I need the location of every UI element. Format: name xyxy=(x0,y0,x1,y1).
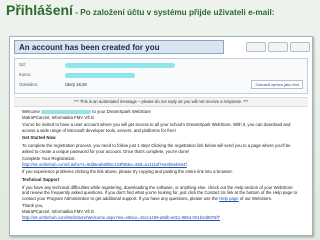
recipient-redaction xyxy=(41,109,92,114)
view-as-text-button[interactable]: Zobrazit zprávu jako text xyxy=(251,80,303,89)
complete-label: Complete Your Registration: xyxy=(22,156,76,162)
get-started-text: To complete the registration process, yo… xyxy=(22,142,291,154)
webstore-link[interactable]: http://e5.onthehub.com/WebStore/Welcome.… xyxy=(22,215,220,220)
email-body: Welcome to your DreamSpark WebStore Matr… xyxy=(22,109,300,231)
org-name: MatraPCarcinl, Informatika FMV VŠ E xyxy=(22,114,95,120)
registration-block: Complete Your Registration: http://e5.on… xyxy=(22,156,300,167)
greeting: Welcome xyxy=(22,109,40,114)
support-heading: Technical Support xyxy=(22,176,60,182)
from-redaction xyxy=(65,63,175,68)
problem-text: If you experience problems clicking the … xyxy=(22,169,233,175)
signature-block: Thank you, MatraPCarcinl, Informatika FM… xyxy=(22,203,300,220)
from-label: Od: xyxy=(19,62,26,67)
to-label: Komu: xyxy=(19,72,32,77)
slide-title: Přihlášení - Po založení účtu v systému … xyxy=(6,2,318,32)
slide-heading: Přihlášení xyxy=(6,2,73,18)
reply-button[interactable] xyxy=(246,42,266,52)
thanks: Thank you, xyxy=(22,203,44,209)
support-paragraph: If you have any technical difficulties w… xyxy=(22,185,300,202)
signature: MatraPCarcinl, Informatika FMV VŠ E xyxy=(22,208,95,214)
registration-link[interactable]: http://e5.onthehub.com/d.ashx?s=9dd5eab6… xyxy=(22,162,187,167)
sent-value: Úterý 16:29 xyxy=(65,82,87,87)
automated-notice: *** This is an automated message – pleas… xyxy=(14,97,308,107)
to-redaction xyxy=(65,73,135,78)
email-header: An account has been created for you xyxy=(14,40,310,55)
email-subject: An account has been created for you xyxy=(14,40,224,54)
support-end: of our WebStore. xyxy=(239,195,273,201)
forward-button[interactable] xyxy=(268,42,288,52)
delete-button[interactable] xyxy=(290,42,310,52)
greeting-tail: to your DreamSpark WebStore xyxy=(92,109,151,114)
email-fields: Od: Komu: Odesláno: Úterý 16:29 Zobrazit… xyxy=(14,58,308,94)
help-page-link[interactable]: Help page xyxy=(219,196,239,201)
intro-text: You've be invited to have a user account… xyxy=(22,122,291,133)
email-window: An account has been created for you Od: … xyxy=(9,36,313,236)
sent-label: Odesláno: xyxy=(19,82,39,87)
slide-subheading: - Po založení účtu v systému přijde uživ… xyxy=(72,8,275,17)
greeting-line: Welcome to your DreamSpark WebStore Matr… xyxy=(22,109,300,120)
get-started-heading: Get Started Now xyxy=(22,135,56,141)
